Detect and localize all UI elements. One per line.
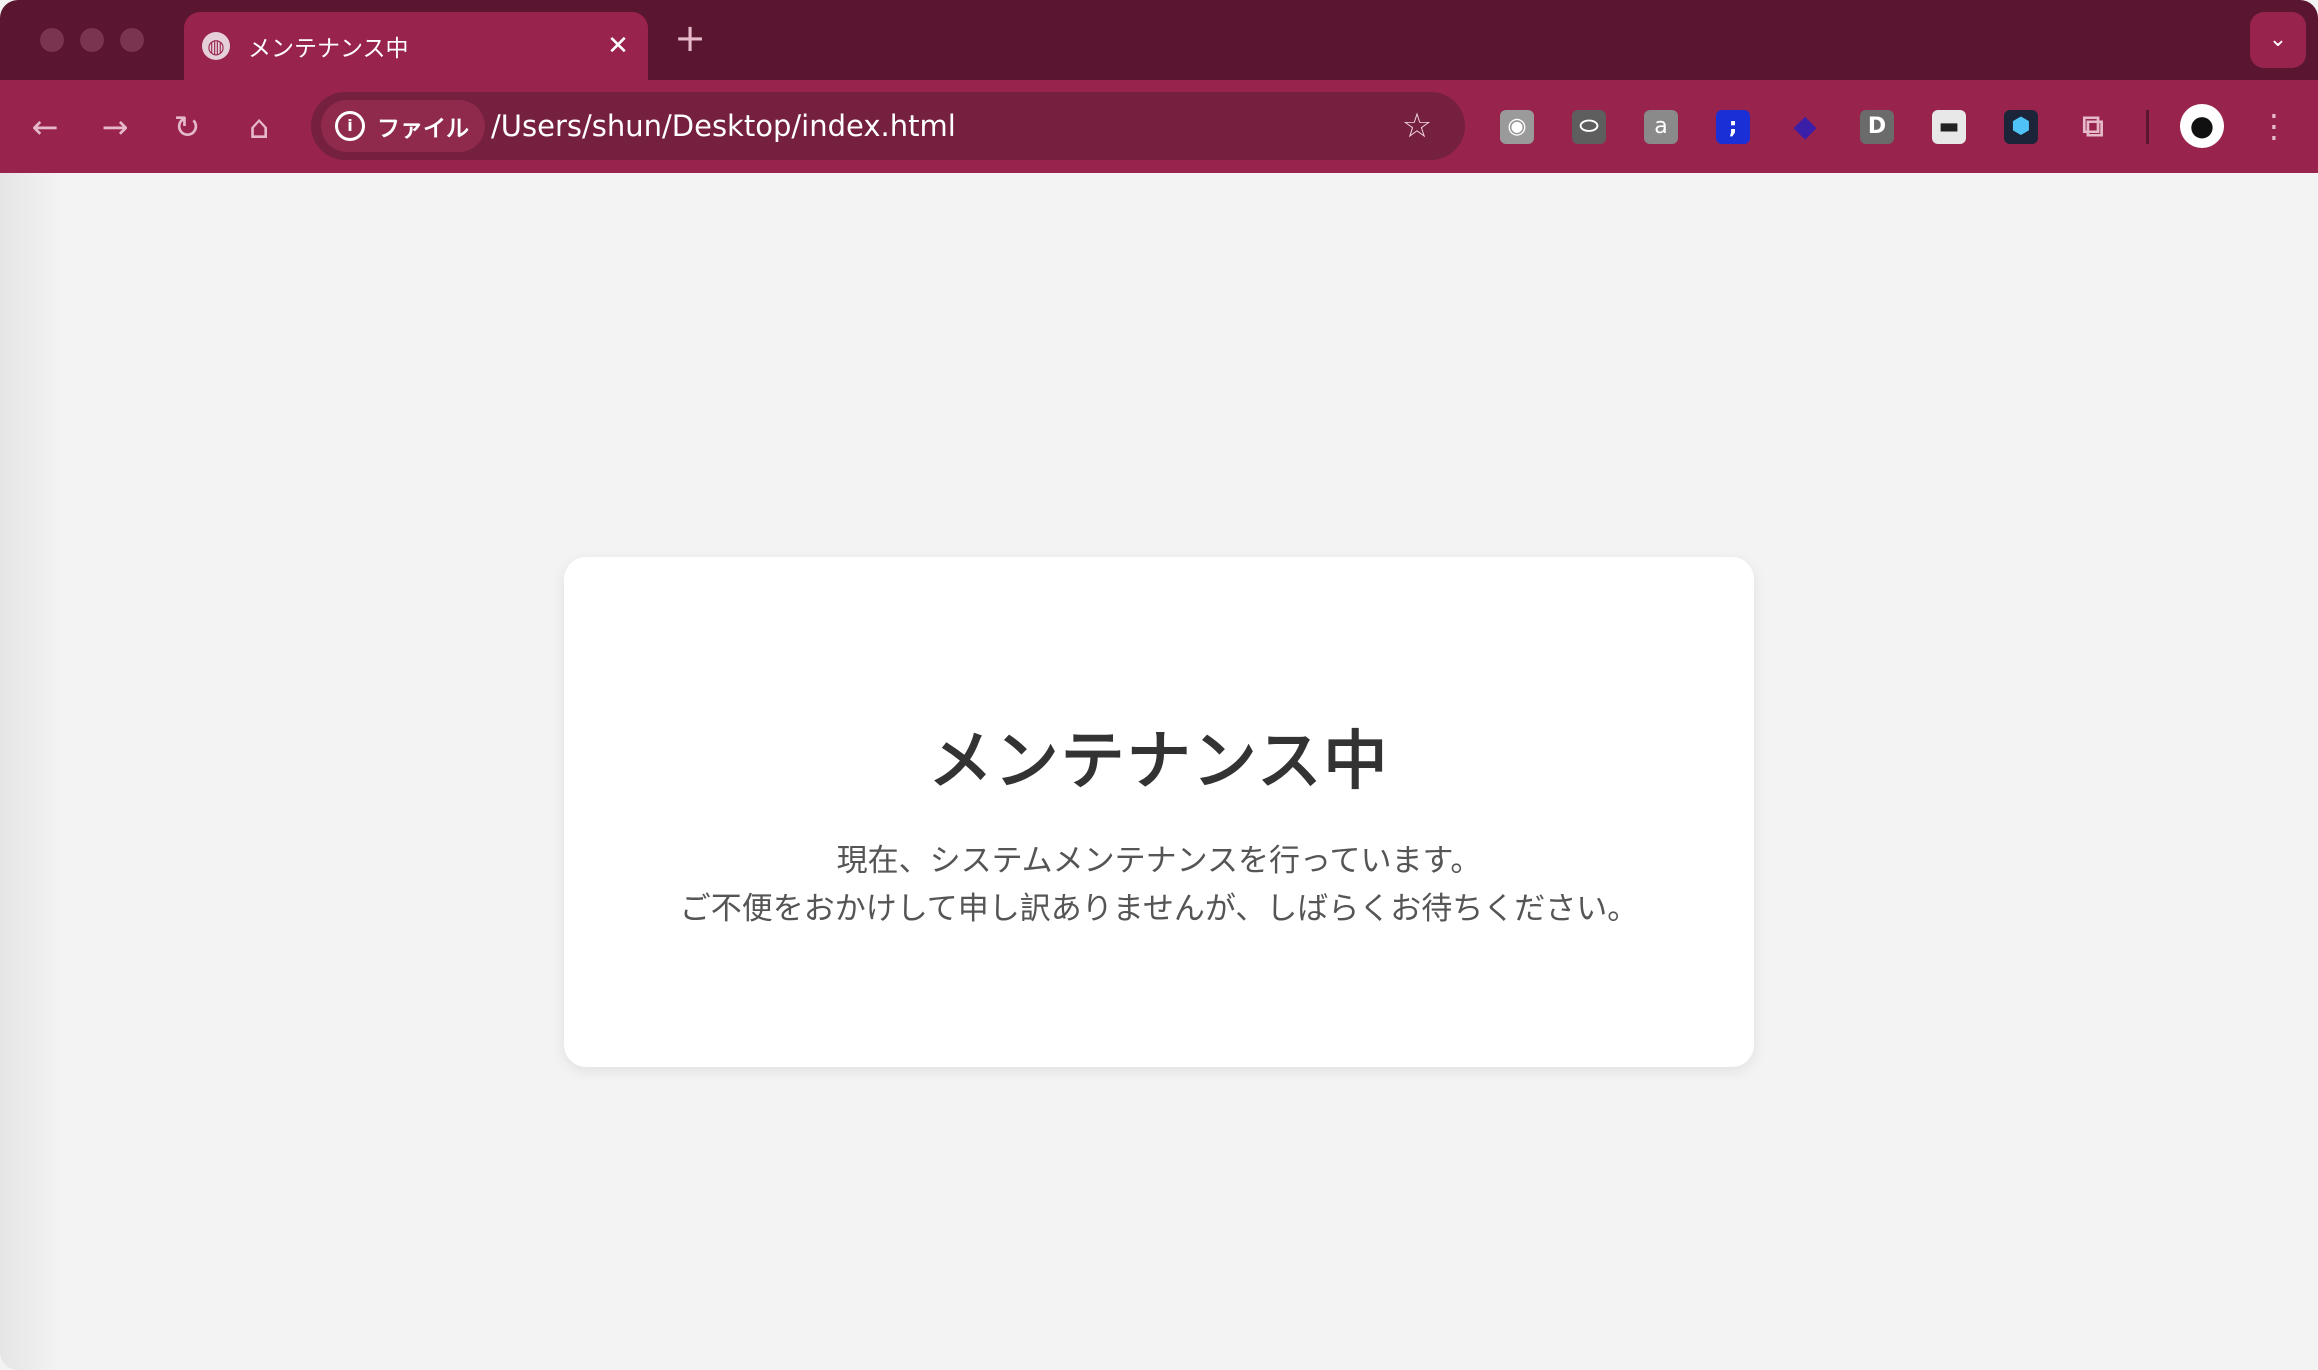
semicolon-extension-icon[interactable]: ; (1716, 110, 1750, 144)
browser-menu-button[interactable]: ⋮ (2254, 104, 2294, 148)
mask-extension-icon[interactable]: ▬ (1932, 110, 1966, 144)
message-line-2: ご不便をおかけして申し訳ありませんが、しばらくお待ちください。 (679, 891, 1639, 927)
site-info-chip[interactable]: i ファイル (321, 100, 485, 152)
home-button[interactable]: ⌂ (236, 104, 282, 150)
toolbar-divider (2146, 110, 2149, 144)
game-extension-icon[interactable]: ⬭ (1572, 110, 1606, 144)
github-icon[interactable]: ● (2180, 104, 2224, 148)
tab-maintenance[interactable]: ◍ メンテナンス中 ✕ (184, 12, 648, 80)
page-title: メンテナンス中 (928, 725, 1390, 799)
maintenance-message: 現在、システムメンテナンスを行っています。 ご不便をおかけして申し訳ありませんが… (564, 837, 1754, 933)
tab-close-icon[interactable]: ✕ (600, 28, 636, 64)
a-extension-icon[interactable]: a (1644, 110, 1678, 144)
browser-window: ◍ メンテナンス中 ✕ + ⌄ ← → ↻ ⌂ i ファイル /Users/sh… (0, 0, 2318, 1370)
address-bar[interactable]: i ファイル /Users/shun/Desktop/index.html ☆ (311, 92, 1465, 160)
url-text[interactable]: /Users/shun/Desktop/index.html (491, 92, 956, 160)
message-line-1: 現在、システムメンテナンスを行っています。 (836, 843, 1482, 879)
tab-title: メンテナンス中 (248, 36, 409, 62)
tab-strip: ◍ メンテナンス中 ✕ + ⌄ (0, 0, 2318, 80)
rss-extension-icon[interactable]: ◉ (1500, 110, 1534, 144)
reload-button[interactable]: ↻ (164, 104, 210, 150)
new-tab-button[interactable]: + (670, 18, 710, 58)
globe-icon: ◍ (202, 32, 230, 60)
page-content: メンテナンス中 現在、システムメンテナンスを行っています。 ご不便をおかけして申… (0, 173, 2318, 1370)
back-button[interactable]: ← (22, 104, 68, 150)
forward-button[interactable]: → (92, 104, 138, 150)
puzzle-extension-icon[interactable]: ⧉ (2076, 110, 2110, 144)
page-edge-shadow (0, 173, 60, 1370)
minimize-window-button[interactable] (80, 28, 104, 52)
layers-extension-icon[interactable]: ◆ (1788, 110, 1822, 144)
bookmark-star-icon[interactable]: ☆ (1397, 106, 1437, 146)
close-window-button[interactable] (40, 28, 64, 52)
site-info-label: ファイル (377, 116, 469, 142)
d-extension-icon[interactable]: D (1860, 110, 1894, 144)
tab-search-button[interactable]: ⌄ (2250, 12, 2306, 68)
maintenance-card: メンテナンス中 現在、システムメンテナンスを行っています。 ご不便をおかけして申… (564, 557, 1754, 1067)
toolbar: ← → ↻ ⌂ i ファイル /Users/shun/Desktop/index… (0, 80, 2318, 173)
hexagon-extension-icon[interactable]: ⬢ (2004, 110, 2038, 144)
zoom-window-button[interactable] (120, 28, 144, 52)
info-icon: i (335, 111, 365, 141)
